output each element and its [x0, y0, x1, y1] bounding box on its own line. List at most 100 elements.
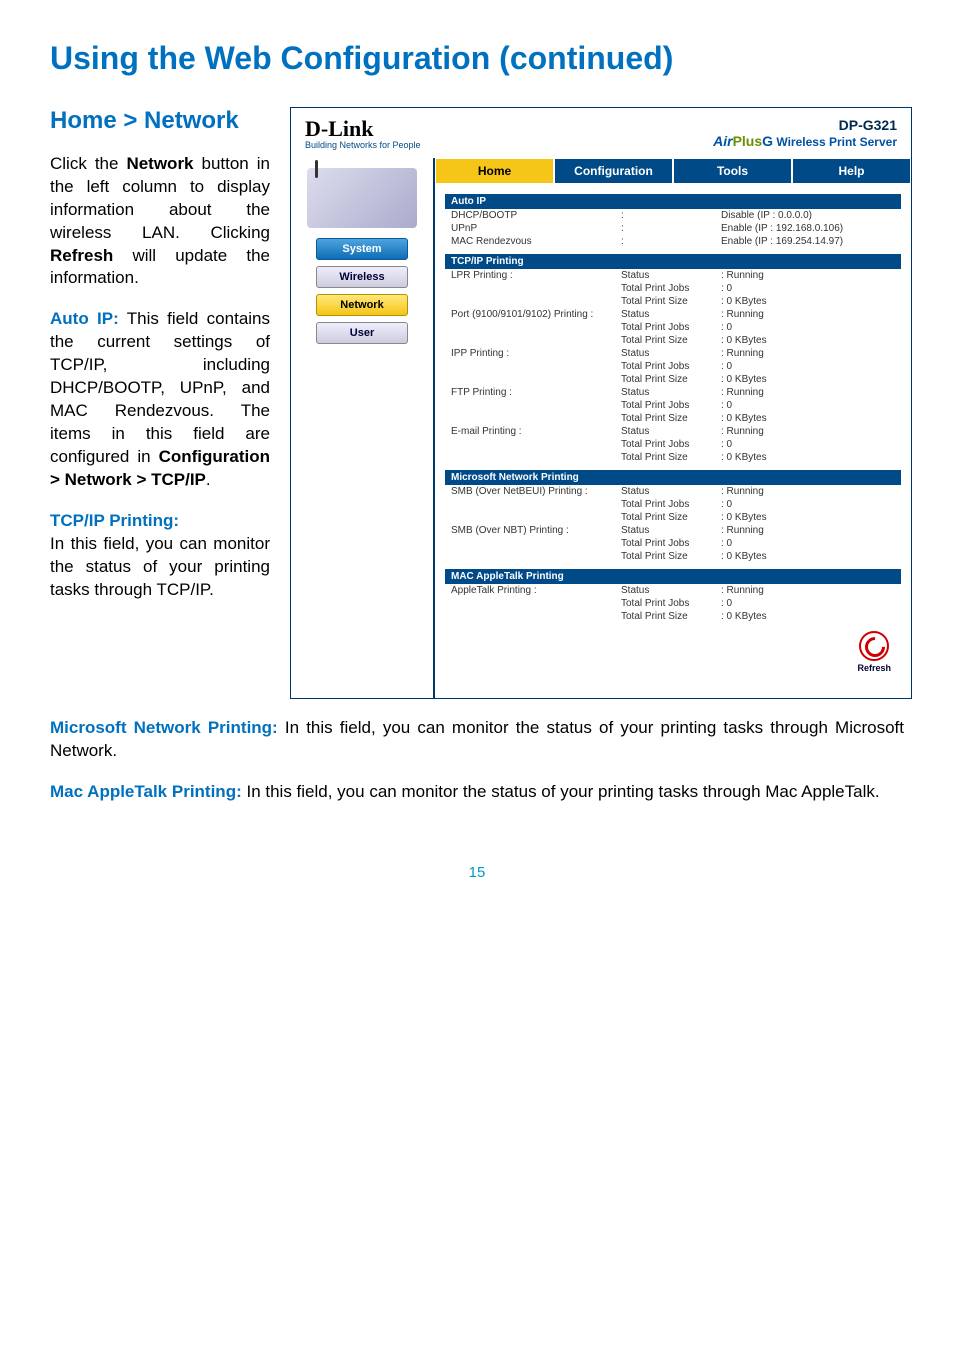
row-value: : 0 KBytes: [721, 452, 901, 463]
row-label: [451, 611, 621, 622]
row-colon: :: [621, 210, 721, 221]
status-row: Total Print Size: 0 KBytes: [445, 550, 901, 563]
row-label: [451, 598, 621, 609]
row-sublabel: Total Print Jobs: [621, 598, 721, 609]
row-label: [451, 296, 621, 307]
refresh-button[interactable]: Refresh: [857, 631, 891, 673]
tab-help[interactable]: Help: [792, 158, 911, 184]
mac-printing-label: Mac AppleTalk Printing:: [50, 782, 242, 801]
row-label: [451, 439, 621, 450]
row-sublabel: Total Print Jobs: [621, 283, 721, 294]
row-label: FTP Printing :: [451, 387, 621, 398]
row-sublabel: Total Print Jobs: [621, 400, 721, 411]
device-image: [307, 168, 417, 228]
status-row: E-mail Printing :Status: Running: [445, 425, 901, 438]
status-row: MAC Rendezvous:Enable (IP : 169.254.14.9…: [445, 235, 901, 248]
row-label: E-mail Printing :: [451, 426, 621, 437]
right-column: D-Link Building Networks for People DP-G…: [290, 107, 912, 699]
row-label: LPR Printing :: [451, 270, 621, 281]
status-row: SMB (Over NBT) Printing :Status: Running: [445, 524, 901, 537]
tab-home[interactable]: Home: [435, 158, 554, 184]
row-label: [451, 551, 621, 562]
row-sublabel: Total Print Jobs: [621, 361, 721, 372]
row-sublabel: Status: [621, 426, 721, 437]
row-value: : Running: [721, 309, 901, 320]
product-title: DP-G321 AirPlusG Wireless Print Server: [431, 117, 897, 149]
status-row: Total Print Jobs: 0: [445, 399, 901, 412]
auto-ip-paragraph: Auto IP: This field contains the current…: [50, 308, 270, 492]
tab-configuration[interactable]: Configuration: [554, 158, 673, 184]
section-tcpip: TCP/IP Printing: [445, 254, 901, 269]
status-row: Total Print Jobs: 0: [445, 438, 901, 451]
row-label: [451, 361, 621, 372]
sidebar-item-network[interactable]: Network: [316, 294, 408, 316]
row-value: : Running: [721, 387, 901, 398]
sidebar-item-system[interactable]: System: [316, 238, 408, 260]
status-row: FTP Printing :Status: Running: [445, 386, 901, 399]
row-label: [451, 538, 621, 549]
row-sublabel: Total Print Size: [621, 413, 721, 424]
row-label: Port (9100/9101/9102) Printing :: [451, 309, 621, 320]
status-row: Total Print Size: 0 KBytes: [445, 610, 901, 623]
refresh-icon: [859, 631, 889, 661]
row-sublabel: Status: [621, 270, 721, 281]
two-column-layout: Home > Network Click the Network button …: [50, 107, 904, 699]
ms-printing-label: Microsoft Network Printing:: [50, 718, 278, 737]
tcpip-printing-paragraph: TCP/IP Printing: In this field, you can …: [50, 510, 270, 602]
status-panel: Auto IP DHCP/BOOTP:Disable (IP : 0.0.0.0…: [435, 184, 911, 698]
row-label: [451, 283, 621, 294]
row-label: AppleTalk Printing :: [451, 585, 621, 596]
status-row: Total Print Size: 0 KBytes: [445, 373, 901, 386]
row-value: : 0: [721, 400, 901, 411]
row-label: [451, 374, 621, 385]
page-number: 15: [50, 864, 904, 881]
row-sublabel: Total Print Jobs: [621, 499, 721, 510]
bold-network: Network: [126, 154, 193, 173]
row-value: : 0 KBytes: [721, 296, 901, 307]
left-column: Home > Network Click the Network button …: [50, 107, 270, 620]
row-sublabel: Total Print Size: [621, 452, 721, 463]
status-row: Total Print Size: 0 KBytes: [445, 334, 901, 347]
row-sublabel: Total Print Size: [621, 335, 721, 346]
row-value: : 0 KBytes: [721, 374, 901, 385]
row-value: : 0: [721, 322, 901, 333]
tab-tools[interactable]: Tools: [673, 158, 792, 184]
status-row: AppleTalk Printing :Status: Running: [445, 584, 901, 597]
row-sublabel: Status: [621, 486, 721, 497]
ui-content: Home Configuration Tools Help Auto IP DH…: [433, 158, 911, 698]
airplus-line: AirPlusG Wireless Print Server: [431, 133, 897, 149]
plus-text: Plus: [733, 133, 763, 149]
text: This field contains the current settings…: [50, 309, 270, 466]
text: .: [206, 470, 211, 489]
row-value: : 0 KBytes: [721, 413, 901, 424]
row-value: : 0: [721, 439, 901, 450]
intro-paragraph: Click the Network button in the left col…: [50, 153, 270, 291]
logo-text: D-Link: [305, 116, 373, 141]
status-row: Total Print Size: 0 KBytes: [445, 511, 901, 524]
sidebar-item-user[interactable]: User: [316, 322, 408, 344]
row-value: : 0: [721, 283, 901, 294]
row-sublabel: Total Print Size: [621, 611, 721, 622]
row-value: : 0 KBytes: [721, 551, 901, 562]
row-value: : Running: [721, 486, 901, 497]
status-row: Total Print Size: 0 KBytes: [445, 451, 901, 464]
status-row: Total Print Size: 0 KBytes: [445, 412, 901, 425]
row-label: MAC Rendezvous: [451, 236, 621, 247]
row-value: : 0: [721, 538, 901, 549]
row-value: : 0 KBytes: [721, 611, 901, 622]
status-row: Total Print Jobs: 0: [445, 360, 901, 373]
row-value: : 0: [721, 361, 901, 372]
row-value: Disable (IP : 0.0.0.0): [721, 210, 901, 221]
row-value: : 0 KBytes: [721, 512, 901, 523]
mac-printing-paragraph: Mac AppleTalk Printing: In this field, y…: [50, 781, 904, 804]
row-sublabel: Total Print Size: [621, 512, 721, 523]
row-sublabel: Total Print Size: [621, 296, 721, 307]
row-sublabel: Status: [621, 585, 721, 596]
row-sublabel: Total Print Jobs: [621, 439, 721, 450]
row-label: [451, 413, 621, 424]
sidebar-item-wireless[interactable]: Wireless: [316, 266, 408, 288]
row-label: [451, 499, 621, 510]
rest-text: Wireless Print Server: [773, 135, 897, 149]
status-row: LPR Printing :Status: Running: [445, 269, 901, 282]
row-sublabel: Status: [621, 525, 721, 536]
